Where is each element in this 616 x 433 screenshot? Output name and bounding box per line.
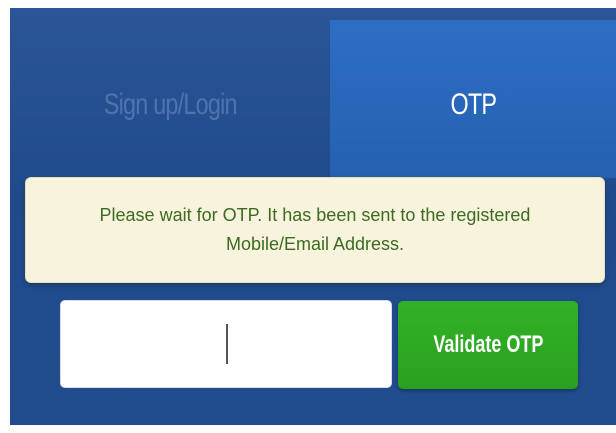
otp-notice: Please wait for OTP. It has been sent to… — [25, 177, 605, 283]
otp-notice-message: Please wait for OTP. It has been sent to… — [99, 205, 531, 254]
tab-otp[interactable]: OTP — [330, 20, 616, 178]
validate-otp-button[interactable]: Validate OTP — [398, 301, 578, 389]
tab-bar: Sign up/Login OTP — [10, 8, 616, 178]
tab-otp-label: OTP — [450, 88, 497, 121]
tab-signup-login-label: Sign up/Login — [103, 88, 238, 121]
text-caret — [226, 324, 228, 364]
validate-otp-button-label: Validate OTP — [432, 331, 544, 358]
tab-signup-login[interactable]: Sign up/Login — [10, 20, 330, 178]
